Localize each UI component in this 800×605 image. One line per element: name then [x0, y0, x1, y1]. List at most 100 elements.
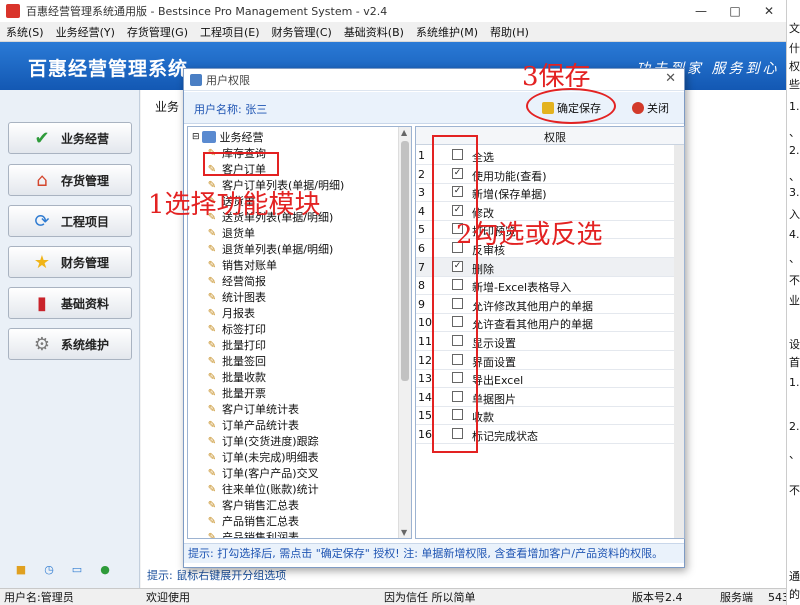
tree-root[interactable]: ⊟ 业务经营 — [192, 129, 264, 145]
grid-scrollbar[interactable] — [674, 145, 684, 538]
strip-text: 权 — [789, 60, 800, 73]
strip-text: 、 — [789, 126, 800, 139]
window-controls: — □ ✕ — [684, 0, 786, 22]
status-bar: 用户名:管理员 欢迎使用 因为信任 所以简单 版本号2.4 服务端 543 — [0, 588, 789, 605]
sidebar-item-business[interactable]: ✔ 业务经营 — [8, 122, 132, 154]
tree-item-label: 往来单位(账款)统计 — [222, 483, 319, 496]
tree-item-label: 批量签回 — [222, 355, 266, 368]
clock-icon[interactable]: ◷ — [42, 562, 56, 576]
pencil-icon: ✎ — [207, 387, 217, 399]
row-number: 1 — [418, 149, 425, 162]
check-circle-icon: ✔ — [34, 127, 50, 149]
tree-item-label: 订单(客户产品)交叉 — [222, 467, 319, 480]
refresh-icon[interactable]: ● — [98, 562, 112, 576]
tree-item[interactable]: ✎ 统计图表 — [206, 289, 266, 305]
tree-item[interactable]: ✎ 批量开票 — [206, 385, 266, 401]
sidebar-item-finance[interactable]: ★ 财务管理 — [8, 246, 132, 278]
tree-item[interactable]: ✎ 往来单位(账款)统计 — [206, 481, 319, 497]
tree-item[interactable]: ✎ 批量收款 — [206, 369, 266, 385]
pencil-icon: ✎ — [207, 243, 217, 255]
row-number: 14 — [418, 390, 432, 404]
pencil-icon: ✎ — [207, 339, 217, 351]
tree-root-label: 业务经营 — [219, 131, 264, 144]
tree-item[interactable]: ✎ 批量签回 — [206, 353, 266, 369]
scroll-down-icon[interactable]: ▼ — [401, 528, 407, 537]
tree-item[interactable]: ✎ 退货单列表(单据/明细) — [206, 241, 334, 257]
tree-item-label: 退货单列表(单据/明细) — [222, 243, 334, 256]
background-document-strip: 文 什 权 些 1. 、 2. 、 3. 入 4. 、 不 业 设 首 1. 2… — [786, 0, 800, 605]
dialog-close-icon[interactable]: ✕ — [665, 71, 676, 86]
menu-business[interactable]: 业务经营(Y) — [50, 24, 121, 40]
pencil-icon: ✎ — [207, 355, 217, 367]
dialog-titlebar: 用户权限 ✕ — [184, 69, 684, 91]
strip-text: 通 — [789, 570, 800, 583]
row-number: 2 — [418, 167, 425, 181]
status-server: 服务端 — [720, 591, 753, 604]
tree-item-label: 订单(未完成)明细表 — [222, 451, 319, 464]
tree-scrollbar[interactable]: ▲ ▼ — [398, 127, 411, 538]
permission-label: 新增(保存单据) — [472, 188, 547, 202]
menu-help[interactable]: 帮助(H) — [484, 24, 535, 40]
menu-maintenance[interactable]: 系统维护(M) — [410, 24, 484, 40]
menu-bar: 系统(S) 业务经营(Y) 存货管理(G) 工程项目(E) 财务管理(C) 基础… — [0, 22, 786, 42]
grid-header-label: 权限 — [544, 131, 566, 144]
tree-item[interactable]: ✎ 订单(客户产品)交叉 — [206, 465, 319, 481]
tree-collapse-icon[interactable]: ⊟ — [192, 132, 200, 142]
pencil-icon: ✎ — [207, 515, 217, 527]
close-window-button[interactable]: ✕ — [752, 0, 786, 22]
tree-item[interactable]: ✎ 经营简报 — [206, 273, 266, 289]
permission-label: 使用功能(查看) — [472, 169, 547, 183]
tree-item[interactable]: ✎ 产品销售汇总表 — [206, 513, 299, 529]
tree-item[interactable]: ✎ 产品销售利润表 — [206, 529, 299, 539]
folder-icon[interactable]: ■ — [14, 562, 28, 576]
sidebar-item-maintenance[interactable]: ⚙ 系统维护 — [8, 328, 132, 360]
sidebar-item-project[interactable]: ⟳ 工程项目 — [8, 205, 132, 237]
status-motto: 因为信任 所以简单 — [384, 591, 476, 604]
sidebar-item-inventory[interactable]: ⌂ 存货管理 — [8, 164, 132, 196]
power-icon — [632, 102, 644, 114]
strip-text: 文 — [789, 22, 800, 35]
minimize-button[interactable]: — — [684, 0, 718, 22]
row-number: 6 — [418, 242, 425, 255]
close-button[interactable]: 关闭 — [632, 98, 669, 118]
tree-item[interactable]: ✎ 客户订单统计表 — [206, 401, 299, 417]
scroll-up-icon[interactable]: ▲ — [401, 128, 407, 137]
sidebar-item-label: 存货管理 — [61, 173, 110, 188]
strip-text: 4. — [789, 228, 800, 241]
scrollbar-thumb[interactable] — [401, 141, 409, 381]
status-user: 用户名:管理员 — [4, 591, 74, 604]
close-button-label: 关闭 — [647, 102, 669, 115]
pencil-icon: ✎ — [207, 291, 217, 303]
tree-item[interactable]: ✎ 订单产品统计表 — [206, 417, 299, 433]
menu-system[interactable]: 系统(S) — [0, 24, 50, 40]
tree-item[interactable]: ✎ 订单(未完成)明细表 — [206, 449, 319, 465]
strip-text: 1. — [789, 376, 800, 389]
menu-project[interactable]: 工程项目(E) — [194, 24, 266, 40]
tree-item[interactable]: ✎ 销售对账单 — [206, 257, 277, 273]
tree-item-label: 产品销售汇总表 — [222, 515, 299, 528]
tree-item[interactable]: ✎ 退货单 — [206, 225, 255, 241]
app-icon — [6, 4, 20, 18]
sidebar-item-basic-data[interactable]: ▮ 基础资料 — [8, 287, 132, 319]
tree-item-label: 客户销售汇总表 — [222, 499, 299, 512]
row-number: 5 — [418, 223, 425, 237]
row-number: 9 — [418, 297, 425, 311]
tree-item[interactable]: ✎ 客户销售汇总表 — [206, 497, 299, 513]
monitor-icon[interactable]: ▭ — [70, 562, 84, 576]
tree-item[interactable]: ✎ 标签打印 — [206, 321, 266, 337]
annotation-step3: 3保存 — [522, 62, 591, 92]
tree-item[interactable]: ✎ 月报表 — [206, 305, 255, 321]
pencil-icon: ✎ — [207, 323, 217, 335]
tree-item[interactable]: ✎ 订单(交货进度)跟踪 — [206, 433, 319, 449]
tree-item-label: 订单产品统计表 — [222, 419, 299, 432]
row-number: 15 — [418, 409, 432, 423]
brand-title: 百惠经营管理系统 — [28, 58, 189, 80]
menu-basic-data[interactable]: 基础资料(B) — [338, 24, 410, 40]
tree-item[interactable]: ✎ 批量打印 — [206, 337, 266, 353]
maximize-button[interactable]: □ — [718, 0, 752, 22]
dialog-tip: 提示: 打勾选择后, 需点击 "确定保存" 授权! 注: 单据新增权限, 含查看… — [184, 543, 684, 563]
menu-finance[interactable]: 财务管理(C) — [266, 24, 338, 40]
pencil-icon: ✎ — [207, 531, 217, 539]
menu-inventory[interactable]: 存货管理(G) — [121, 24, 194, 40]
sidebar-item-label: 业务经营 — [61, 131, 110, 146]
